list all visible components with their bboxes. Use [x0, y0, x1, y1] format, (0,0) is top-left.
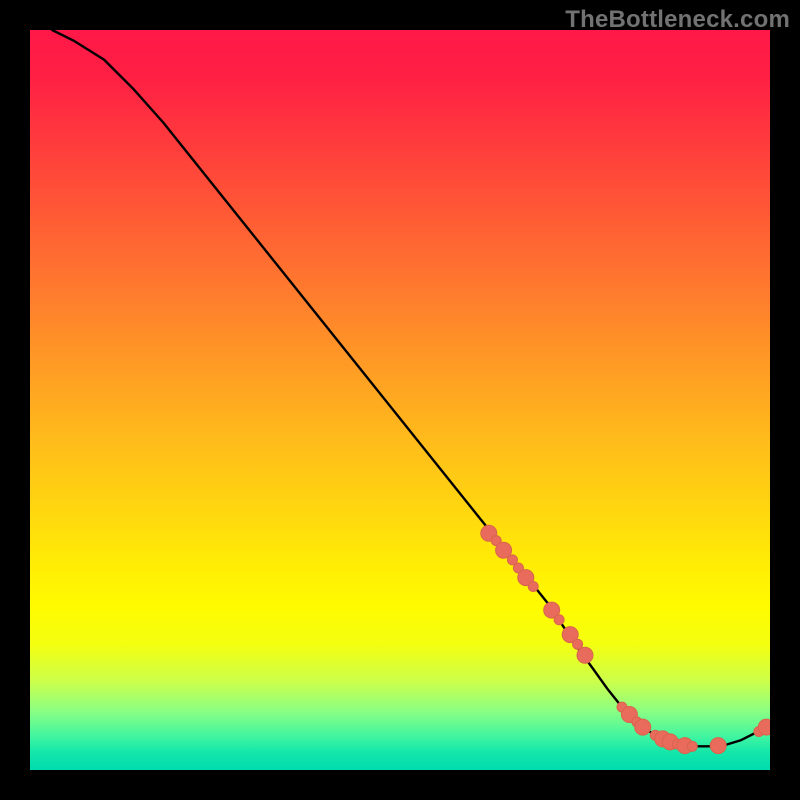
marker-dot — [710, 738, 726, 754]
marker-dot — [528, 581, 538, 591]
marker-dot — [635, 719, 651, 735]
marker-dot — [577, 647, 593, 663]
marker-dot — [758, 719, 770, 735]
chart-svg — [30, 30, 770, 770]
marker-dot — [687, 741, 697, 751]
marker-dot — [573, 639, 583, 649]
gradient-backdrop — [30, 30, 770, 770]
stage: TheBottleneck.com — [0, 0, 800, 800]
marker-dot — [554, 615, 564, 625]
plot-area — [30, 30, 770, 770]
